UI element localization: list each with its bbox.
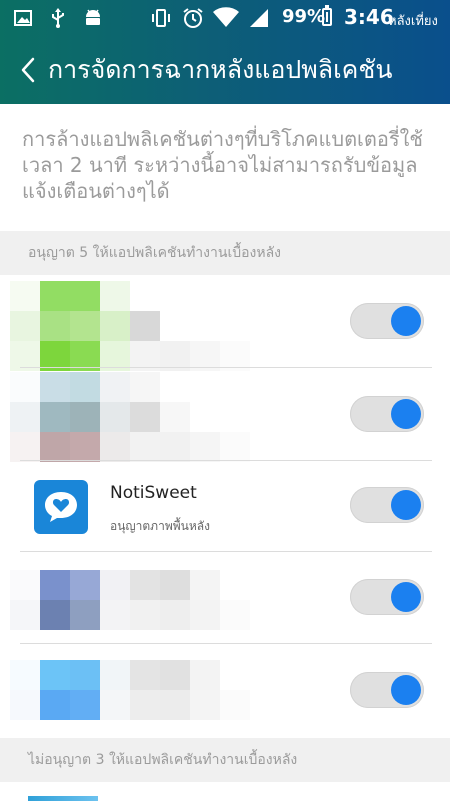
toggle-switch[interactable] xyxy=(350,396,424,432)
page-title: การจัดการฉากหลังแอปพลิเคชัน xyxy=(48,55,393,84)
app-name: NotiSweet xyxy=(110,483,197,503)
alarm-icon xyxy=(183,8,203,28)
toggle-switch[interactable] xyxy=(350,579,424,615)
back-button[interactable] xyxy=(8,40,48,100)
app-status: อนุญาตภาพพื้นหลัง xyxy=(110,519,210,533)
notisweet-app-icon xyxy=(34,480,88,534)
app-row[interactable] xyxy=(0,368,450,462)
blurred-app-icon xyxy=(10,660,250,720)
app-row-notisweet[interactable]: NotiSweet อนุญาตภาพพื้นหลัง xyxy=(0,461,450,553)
usb-icon xyxy=(52,8,64,28)
heart-chat-icon xyxy=(45,492,77,522)
wifi-icon xyxy=(213,7,239,27)
blurred-app-icon xyxy=(10,570,250,630)
blurred-app-icon xyxy=(10,372,250,462)
toggle-switch[interactable] xyxy=(350,303,424,339)
section-header-allowed: อนุญาต 5 ให้แอปพลิเคชันทำงานเบื้องหลัง xyxy=(0,231,450,275)
clock-ampm: หลังเที่ยง xyxy=(388,14,438,29)
status-bar: 99% 3:46 หลังเที่ยง xyxy=(0,0,450,36)
vibrate-icon xyxy=(152,9,170,27)
chevron-left-icon xyxy=(21,57,35,83)
partial-app-icon xyxy=(28,796,98,801)
toggle-knob xyxy=(391,675,421,705)
description-text: การล้างแอปพลิเคชันต่างๆที่บริโภคแบตเตอรี… xyxy=(22,127,423,203)
toggle-switch[interactable] xyxy=(350,672,424,708)
battery-percent: 99% xyxy=(282,6,326,27)
toggle-knob xyxy=(391,582,421,612)
blurred-app-icon xyxy=(10,281,250,371)
app-row[interactable] xyxy=(0,644,450,736)
battery-icon xyxy=(322,8,332,26)
toggle-knob xyxy=(391,490,421,520)
app-row[interactable] xyxy=(0,275,450,371)
header: การจัดการฉากหลังแอปพลิเคชัน xyxy=(0,40,450,100)
android-icon xyxy=(86,9,100,25)
image-notification-icon xyxy=(14,10,32,26)
clock: 3:46 xyxy=(344,5,394,29)
app-bar: 99% 3:46 หลังเที่ยง การจัดการฉากหลังแอปพ… xyxy=(0,0,450,104)
app-row[interactable] xyxy=(0,552,450,644)
section-header-denied: ไม่อนุญาต 3 ให้แอปพลิเคชันทำงานเบื้องหลั… xyxy=(0,738,450,782)
signal-icon xyxy=(250,9,268,27)
toggle-knob xyxy=(391,399,421,429)
toggle-switch[interactable] xyxy=(350,487,424,523)
toggle-knob xyxy=(391,306,421,336)
